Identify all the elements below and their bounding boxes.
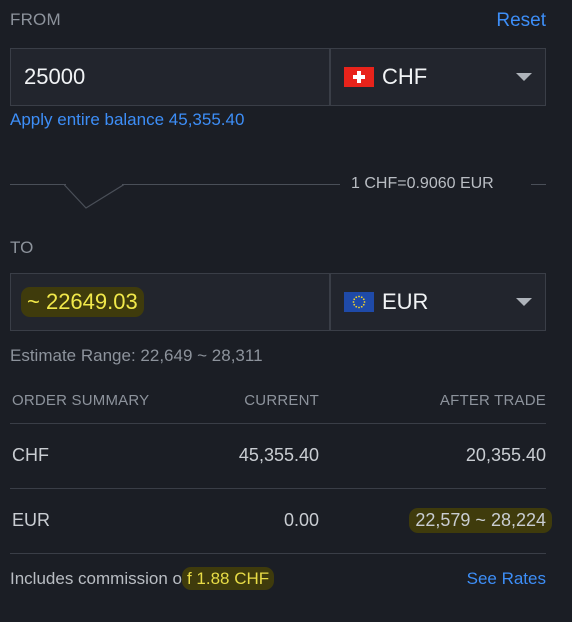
commission-prefix: Includes commission o <box>10 569 182 588</box>
to-currency-code: EUR <box>382 289 429 314</box>
chevron-down-icon[interactable] <box>516 298 532 306</box>
header-current: CURRENT <box>244 392 319 409</box>
row-chf-after: 20,355.40 <box>465 445 546 465</box>
header-after-trade: AFTER TRADE <box>439 392 546 409</box>
reset-link[interactable]: Reset <box>496 10 546 32</box>
from-label: FROM <box>10 10 61 29</box>
estimate-range-label: Estimate Range: <box>10 346 136 365</box>
table-divider <box>10 488 546 489</box>
exchange-rate-text: 1 CHF=0.9060 EUR <box>351 175 494 192</box>
divider-line-left <box>10 184 66 185</box>
divider-notch <box>64 184 124 209</box>
divider-line-right <box>531 184 546 185</box>
to-amount-field[interactable]: ~ 22649.03 <box>10 273 330 331</box>
divider-line-middle <box>122 184 340 185</box>
commission-amount: f 1.88 CHF <box>181 567 275 590</box>
to-currency-select[interactable]: EUR <box>330 273 546 331</box>
row-eur-after: 22,579 ~ 28,224 <box>409 508 552 533</box>
apply-entire-balance-link[interactable]: Apply entire balance 45,355.40 <box>10 110 244 130</box>
swiss-flag-icon <box>344 67 374 87</box>
table-divider <box>10 553 546 554</box>
apply-balance-label[interactable]: Apply entire balance <box>10 110 164 129</box>
see-rates-link[interactable]: See Rates <box>467 569 546 589</box>
row-chf-current: 45,355.40 <box>238 445 319 465</box>
commission-note: Includes commission of 1.88 CHF <box>10 567 275 590</box>
header-order-summary: ORDER SUMMARY <box>12 392 150 409</box>
from-currency-code: CHF <box>382 64 428 89</box>
estimate-range: Estimate Range: 22,649 ~ 28,311 <box>10 346 263 366</box>
row-chf-currency: CHF <box>12 445 49 465</box>
row-eur-currency: EUR <box>12 510 51 530</box>
from-amount-input[interactable]: 25000 <box>10 48 330 106</box>
from-amount-value[interactable]: 25000 <box>24 64 85 90</box>
row-eur-current: 0.00 <box>283 510 319 530</box>
estimate-range-value: 22,649 ~ 28,311 <box>140 346 263 365</box>
to-label: TO <box>10 238 34 257</box>
from-currency-select[interactable]: CHF <box>330 48 546 106</box>
eu-flag-icon <box>344 292 374 312</box>
chevron-down-icon[interactable] <box>516 73 532 81</box>
table-divider <box>10 423 546 424</box>
apply-balance-value[interactable]: 45,355.40 <box>169 110 245 129</box>
to-amount-value: ~ 22649.03 <box>21 287 144 317</box>
